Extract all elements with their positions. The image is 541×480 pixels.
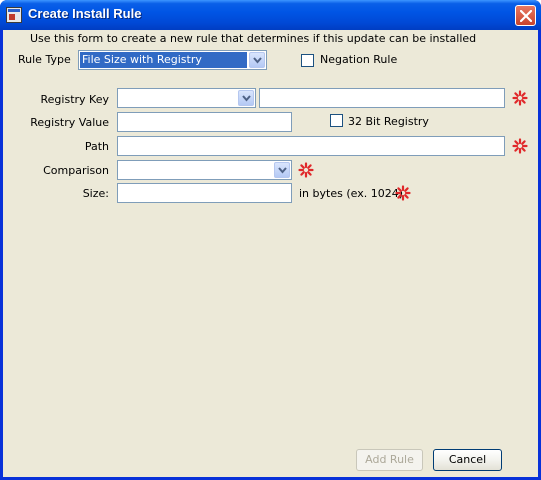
registry-key-value [119,90,236,106]
negation-rule-label: Negation Rule [320,53,398,66]
negation-rule-checkbox[interactable] [301,54,314,67]
application-icon [6,7,22,23]
size-hint: in bytes (ex. 1024) [299,187,403,200]
dialog-window: Create Install Rule Use this form to cre… [0,0,541,480]
rule-type-dropdown-button[interactable] [249,52,265,68]
chevron-down-icon [253,57,262,64]
instruction-text: Use this form to create a new rule that … [30,32,477,45]
rule-type-dropdown[interactable]: File Size with Registry [78,50,267,70]
registry-key-dropdown[interactable] [117,88,256,108]
size-label: Size: [82,187,109,200]
add-rule-button[interactable]: Add Rule [356,449,423,471]
chevron-down-icon [278,167,287,174]
registry-key-dropdown-button[interactable] [238,90,254,106]
path-input[interactable] [117,136,505,156]
comparison-dropdown-button[interactable] [274,162,290,178]
cancel-button[interactable]: Cancel [433,449,502,471]
path-label: Path [84,140,109,153]
required-field-icon [298,162,314,178]
registry-value-label: Registry Value [30,116,109,129]
rule-type-label: Rule Type [18,53,71,66]
title-bar[interactable]: Create Install Rule [0,0,541,30]
rule-type-value: File Size with Registry [80,52,247,68]
dialog-body: Use this form to create a new rule that … [3,30,538,477]
bit32-registry-label: 32 Bit Registry [348,115,429,128]
size-input[interactable] [117,183,292,203]
close-icon [520,10,532,22]
chevron-down-icon [242,95,251,102]
comparison-dropdown[interactable] [117,160,292,180]
required-field-icon [395,185,411,201]
comparison-value [119,162,272,178]
bit32-registry-checkbox[interactable] [330,114,343,127]
required-field-icon [512,138,528,154]
registry-subkey-input[interactable] [259,88,505,108]
window-title: Create Install Rule [28,6,142,21]
registry-value-input[interactable] [117,112,292,132]
comparison-label: Comparison [43,164,109,177]
required-field-icon [512,90,528,106]
registry-key-label: Registry Key [40,93,109,106]
close-button[interactable] [515,5,536,26]
